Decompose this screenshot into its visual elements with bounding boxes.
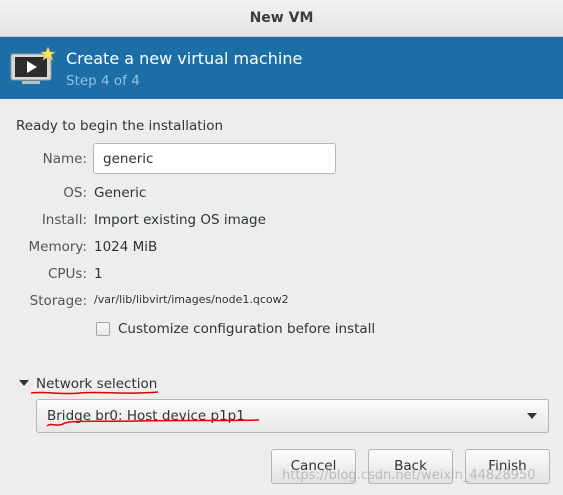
ready-heading: Ready to begin the installation xyxy=(16,118,224,134)
memory-label: Memory: xyxy=(28,239,87,255)
install-label: Install: xyxy=(41,212,87,228)
cpus-value: 1 xyxy=(94,266,103,282)
cpus-label: CPUs: xyxy=(47,266,87,282)
wizard-step: Step 4 of 4 xyxy=(66,73,140,89)
back-button[interactable]: Back xyxy=(368,449,453,484)
storage-value: /var/lib/libvirt/images/node1.qcow2 xyxy=(94,293,289,306)
expander-arrow-icon[interactable] xyxy=(19,380,29,386)
customize-checkbox-label[interactable]: Customize configuration before install xyxy=(118,321,375,337)
network-select[interactable]: Bridge br0: Host device p1p1 xyxy=(36,399,549,433)
os-label: OS: xyxy=(63,185,87,201)
cancel-button[interactable]: Cancel xyxy=(271,449,356,484)
red-annotation-underline xyxy=(30,391,159,395)
finish-button[interactable]: Finish xyxy=(465,449,550,484)
storage-label: Storage: xyxy=(29,293,87,309)
wizard-title: Create a new virtual machine xyxy=(66,49,303,68)
os-value: Generic xyxy=(94,185,147,201)
red-annotation-underline xyxy=(46,419,260,427)
install-value: Import existing OS image xyxy=(94,212,266,228)
customize-checkbox[interactable] xyxy=(96,322,110,336)
name-label: Name: xyxy=(42,151,87,167)
wizard-banner: Create a new virtual machine Step 4 of 4 xyxy=(0,37,563,99)
window-title: New VM xyxy=(0,0,563,37)
memory-value: 1024 MiB xyxy=(94,239,158,255)
chevron-down-icon xyxy=(527,413,537,419)
monitor-play-icon xyxy=(10,47,56,84)
name-input[interactable] xyxy=(93,143,336,174)
